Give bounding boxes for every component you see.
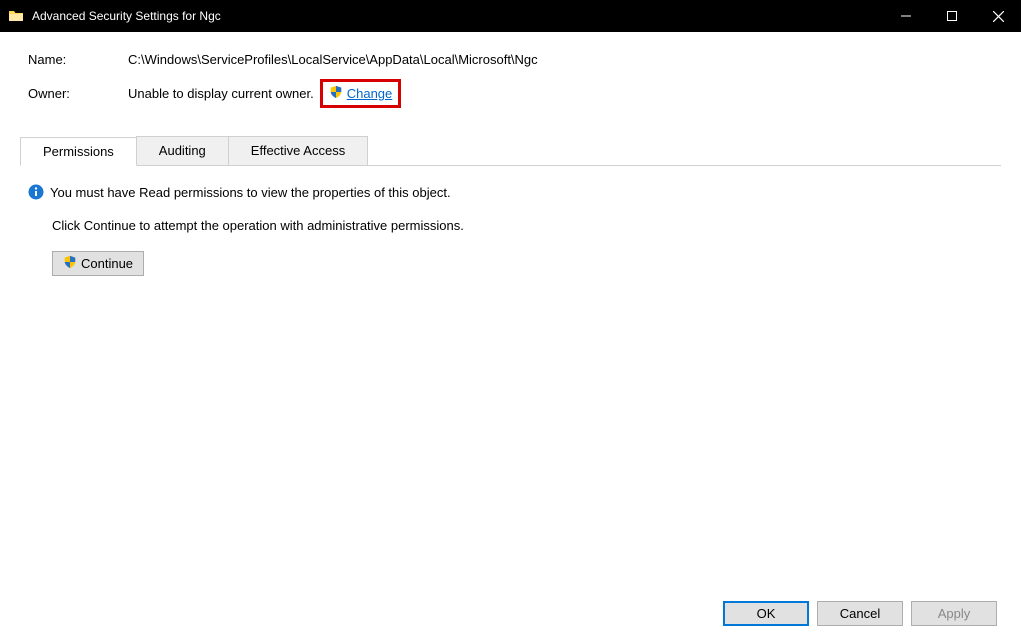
change-link[interactable]: Change [347,86,393,101]
header-rows: Name: C:\Windows\ServiceProfiles\LocalSe… [28,52,1001,120]
tab-strip: Permissions Auditing Effective Access [20,136,1001,166]
info-text: You must have Read permissions to view t… [50,185,451,200]
name-value: C:\Windows\ServiceProfiles\LocalService\… [128,52,538,67]
minimize-button[interactable] [883,0,929,32]
tab-effective-access[interactable]: Effective Access [228,136,368,165]
change-highlight: Change [320,79,402,108]
shield-icon [63,255,77,272]
owner-label: Owner: [28,86,128,101]
continue-button[interactable]: Continue [52,251,144,276]
continue-label: Continue [81,256,133,271]
name-label: Name: [28,52,128,67]
folder-icon [8,8,24,24]
content-area: Name: C:\Windows\ServiceProfiles\LocalSe… [0,32,1021,638]
shield-icon [329,85,343,102]
info-icon [28,184,44,200]
tab-permissions[interactable]: Permissions [20,137,137,166]
maximize-button[interactable] [929,0,975,32]
permissions-panel: You must have Read permissions to view t… [20,166,1001,591]
ok-button[interactable]: OK [723,601,809,626]
sub-text: Click Continue to attempt the operation … [52,218,993,233]
owner-row: Owner: Unable to display current owner. … [28,79,1001,108]
window-controls [883,0,1021,32]
cancel-button[interactable]: Cancel [817,601,903,626]
window-title: Advanced Security Settings for Ngc [32,9,883,23]
owner-text: Unable to display current owner. [128,86,314,101]
dialog-footer: OK Cancel Apply [20,591,1001,626]
titlebar: Advanced Security Settings for Ngc [0,0,1021,32]
close-button[interactable] [975,0,1021,32]
tab-auditing[interactable]: Auditing [136,136,229,165]
owner-value: Unable to display current owner. Change [128,79,401,108]
apply-button: Apply [911,601,997,626]
name-row: Name: C:\Windows\ServiceProfiles\LocalSe… [28,52,1001,67]
info-row: You must have Read permissions to view t… [28,184,993,200]
